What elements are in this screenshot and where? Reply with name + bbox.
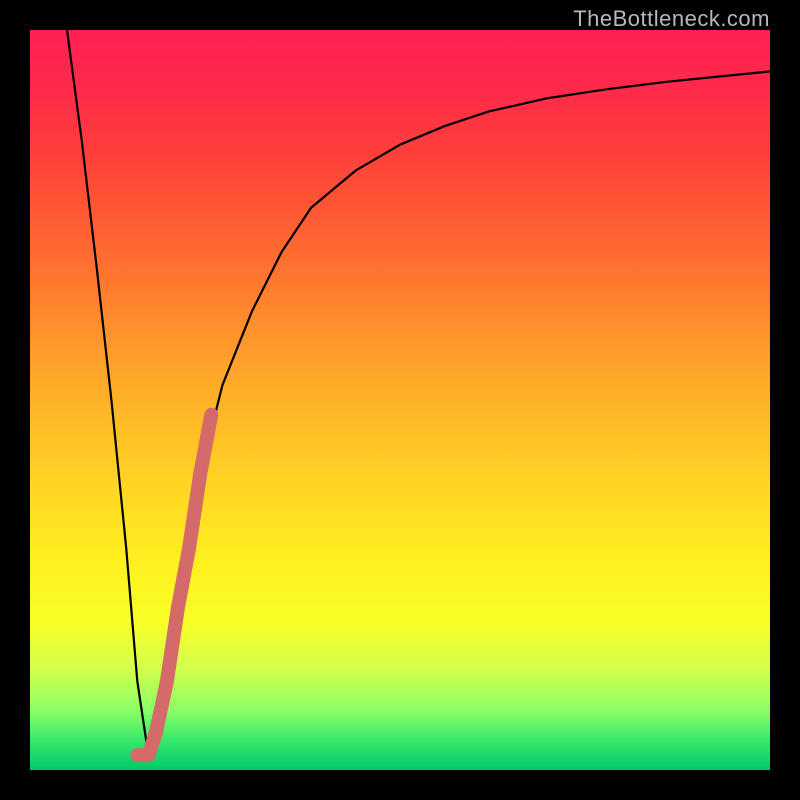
chart-container: TheBottleneck.com <box>0 0 800 800</box>
watermark-text: TheBottleneck.com <box>573 6 770 32</box>
chart-svg <box>30 30 770 770</box>
highlight-segment <box>137 415 211 755</box>
plot-area <box>30 30 770 770</box>
